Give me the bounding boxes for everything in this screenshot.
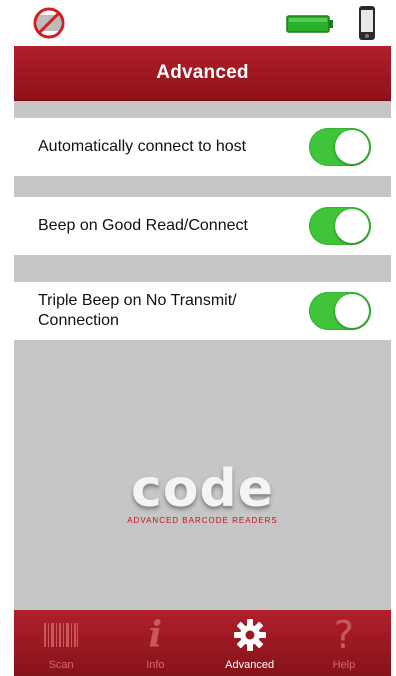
info-icon: i — [148, 614, 163, 656]
logo-tagline: ADVANCED BARCODE READERS — [127, 516, 278, 525]
page-title: Advanced — [156, 62, 249, 83]
tab-label: Help — [332, 659, 356, 671]
tab-help[interactable]: ? Help — [297, 610, 391, 676]
toggle-knob — [335, 130, 369, 164]
status-bar — [14, 0, 391, 46]
setting-label: Triple Beep on No Transmit/ Connection — [38, 292, 237, 329]
tab-scan[interactable]: Scan — [14, 610, 108, 676]
device-phone-icon — [359, 6, 375, 40]
beep-good-read-toggle[interactable] — [309, 207, 371, 245]
tab-info[interactable]: i Info — [108, 610, 202, 676]
toggle-knob — [335, 209, 369, 243]
setting-label: Automatically connect to host — [38, 138, 247, 155]
barcode-icon — [41, 615, 81, 655]
tab-label: Info — [146, 659, 165, 671]
tab-label: Advanced — [225, 659, 275, 671]
tab-bar: Scan i Info Advanced ? Help — [14, 610, 391, 676]
question-icon: ? — [333, 613, 354, 657]
gear-icon — [230, 615, 270, 655]
setting-label: Beep on Good Read/Connect — [38, 217, 248, 234]
logo-wordmark: code — [130, 459, 275, 519]
battery-icon — [286, 15, 333, 33]
no-connection-icon — [33, 7, 65, 39]
app-screen: Advanced Automatically connect to host B… — [14, 0, 391, 676]
setting-row-beep-good-read: Beep on Good Read/Connect — [14, 197, 391, 255]
tab-advanced[interactable]: Advanced — [203, 610, 297, 676]
setting-row-auto-connect: Automatically connect to host — [14, 118, 391, 176]
tab-label: Scan — [48, 659, 74, 671]
triple-beep-toggle[interactable] — [309, 292, 371, 330]
brand-logo: code ADVANCED BARCODE READERS — [14, 460, 391, 525]
auto-connect-toggle[interactable] — [309, 128, 371, 166]
setting-row-triple-beep: Triple Beep on No Transmit/ Connection — [14, 282, 391, 340]
nav-header: Advanced — [14, 46, 391, 100]
toggle-knob — [335, 294, 369, 328]
